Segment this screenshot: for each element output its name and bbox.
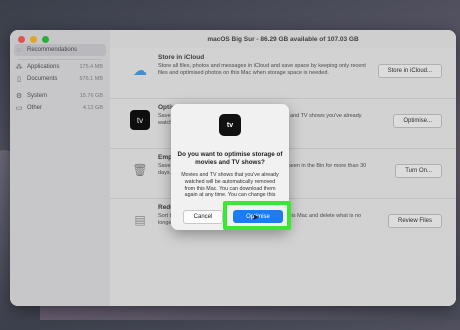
app-icon-label: tv <box>226 121 234 129</box>
cancel-button[interactable]: Cancel <box>183 210 223 224</box>
dialog-message: Movies and TV shows that you've already … <box>181 172 279 199</box>
mouse-pointer-icon: ➤ <box>252 212 260 222</box>
dialog-title: Do you want to optimise storage of movie… <box>177 151 283 166</box>
apple-tv-app-icon: tv <box>219 114 241 136</box>
